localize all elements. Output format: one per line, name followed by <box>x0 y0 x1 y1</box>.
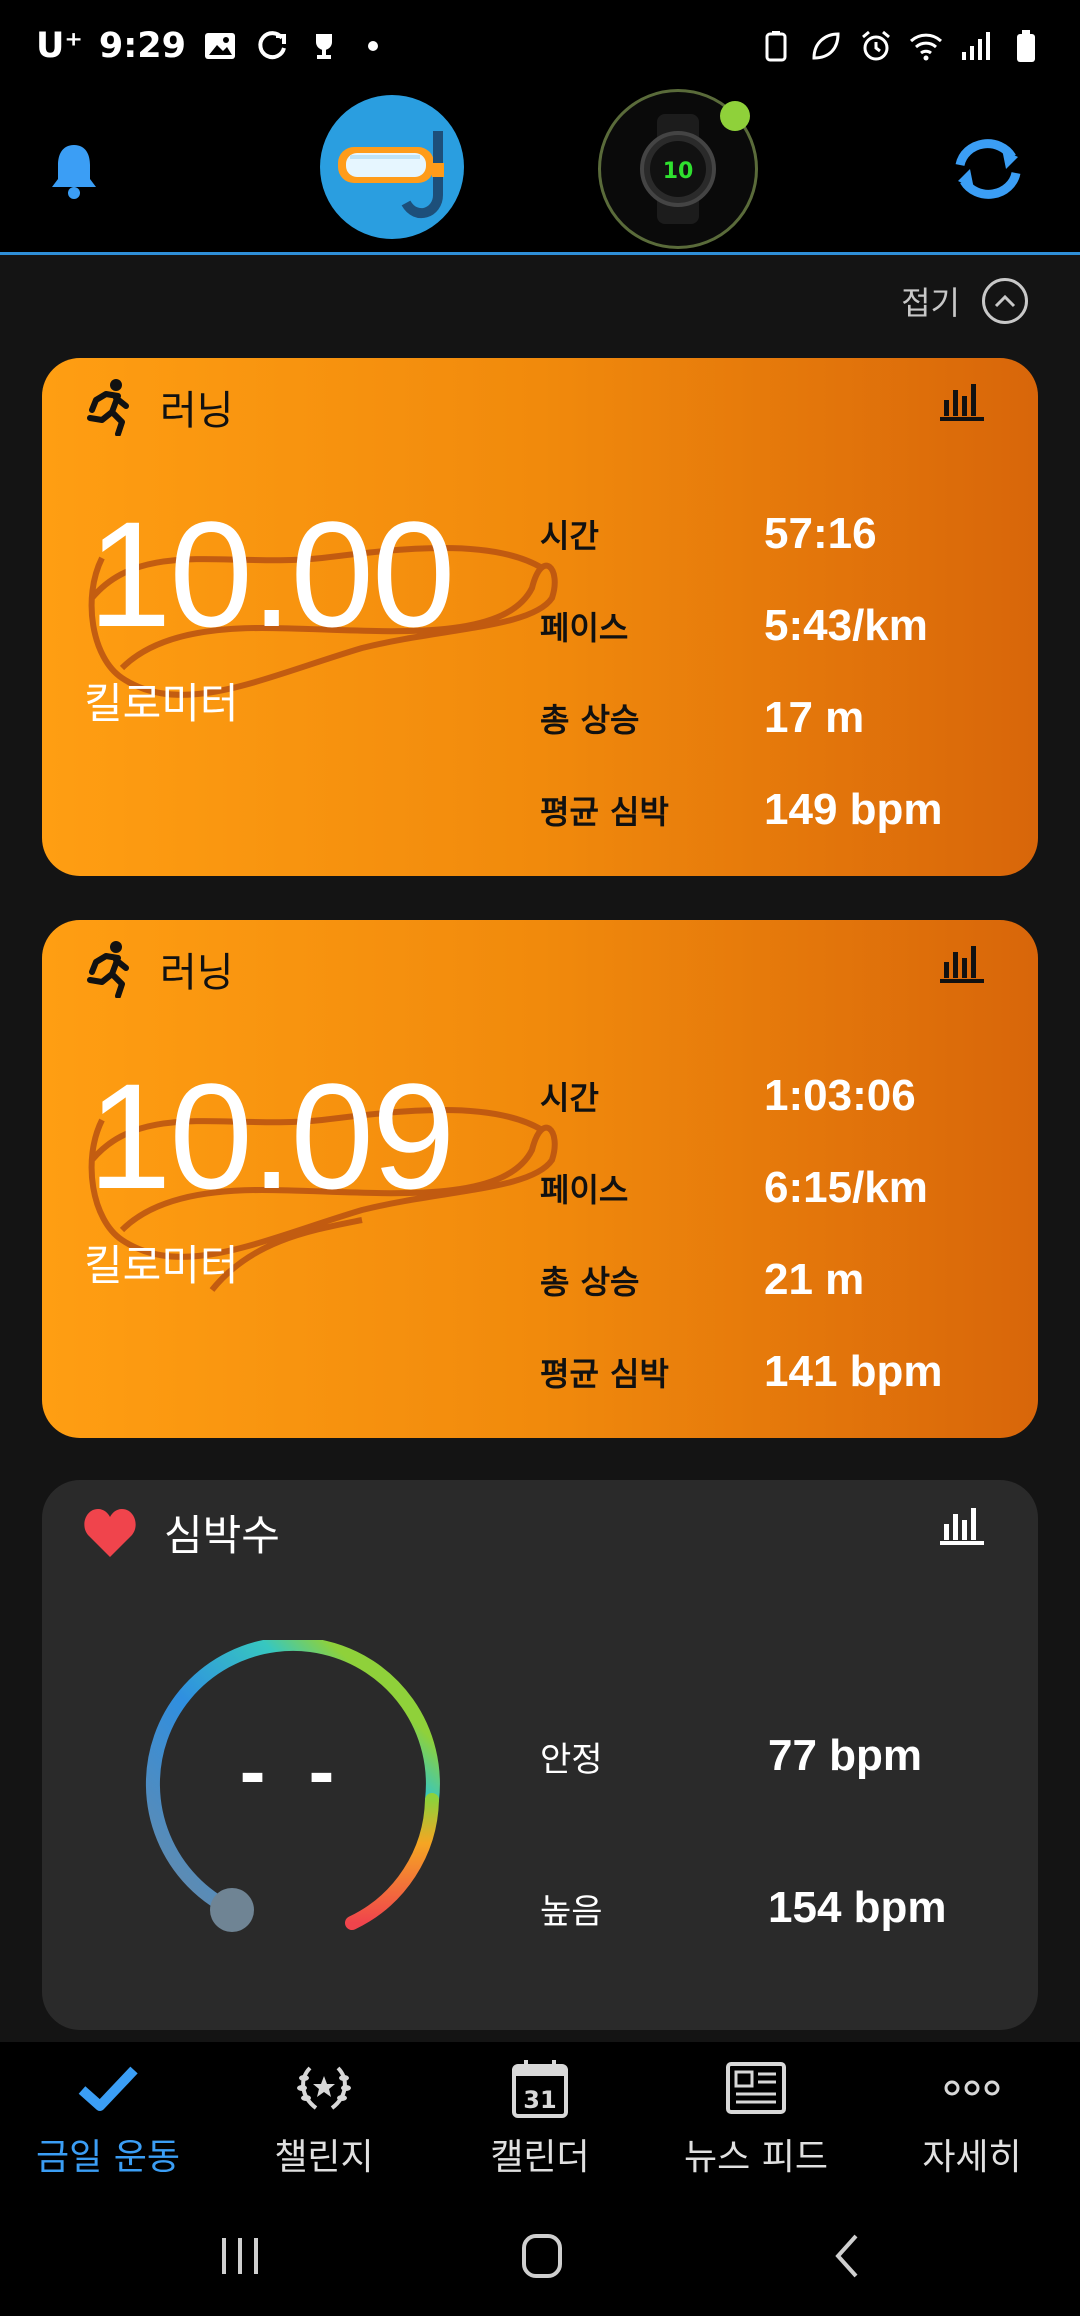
distance-unit: 킬로미터 <box>84 679 239 728</box>
home-icon[interactable] <box>512 2230 572 2282</box>
snorkel-mask-icon <box>338 131 444 219</box>
stat-label: 총 상승 <box>540 701 640 739</box>
heart-rate-stats: 안정 77 bpm 높음 154 bpm <box>540 1680 1000 1984</box>
heart-rate-title: 심박수 <box>164 1511 280 1560</box>
sync-icon[interactable] <box>946 135 1030 203</box>
bar-chart-icon[interactable] <box>938 1502 986 1546</box>
nav-item-newsfeed[interactable]: 뉴스 피드 <box>648 2042 864 2192</box>
stat-label: 높음 <box>540 1891 603 1932</box>
running-icon <box>87 379 129 436</box>
stat-row: 높음 154 bpm <box>540 1832 1000 1984</box>
collapse-label: 접기 <box>901 284 960 322</box>
trophy-icon <box>315 34 332 59</box>
nav-item-calendar[interactable]: 31 캘린더 <box>432 2042 648 2192</box>
stat-label: 시간 <box>540 517 599 555</box>
back-icon[interactable] <box>818 2230 878 2282</box>
stat-row: 평균 심박 149 bpm <box>540 764 1000 856</box>
nav-label: 자세히 <box>922 2137 1022 2178</box>
battery-saver-icon <box>765 31 787 62</box>
stat-row: 시간 1:03:06 <box>540 1050 1000 1142</box>
heart-icon <box>84 1508 136 1557</box>
distance-value: 10.00 <box>88 490 455 658</box>
system-navigation-bar <box>0 2192 1080 2316</box>
status-bar: U⁺ 9:29 <box>0 0 1080 95</box>
chevron-up-icon <box>982 278 1028 324</box>
stat-row: 페이스 6:15/km <box>540 1142 1000 1234</box>
distance-unit: 킬로미터 <box>84 1241 239 1290</box>
collapse-toggle[interactable]: 접기 <box>901 278 1028 324</box>
stat-label: 평균 심박 <box>540 1355 669 1393</box>
stat-value: 149 bpm <box>764 785 943 834</box>
laurel-icon <box>297 2066 351 2110</box>
stat-row: 안정 77 bpm <box>540 1680 1000 1832</box>
stat-label: 총 상승 <box>540 1263 640 1301</box>
heart-rate-card[interactable]: 심박수 - - 안정 77 bpm 높음 154 bpm <box>42 1480 1038 2030</box>
battery-icon <box>1017 30 1035 62</box>
signal-icon <box>962 32 990 60</box>
svg-text:10: 10 <box>663 159 694 184</box>
stat-value: 5:43/km <box>764 601 928 650</box>
activity-stats: 시간 57:16 페이스 5:43/km 총 상승 17 m 평균 심박 149 bpm <box>540 488 1000 856</box>
wifi-icon <box>909 33 943 61</box>
stat-value: 77 bpm <box>768 1731 923 1780</box>
distance-value: 10.09 <box>88 1052 455 1220</box>
svg-text:31: 31 <box>523 2086 556 2114</box>
stat-label: 안정 <box>540 1739 603 1780</box>
nav-label: 캘린더 <box>490 2137 590 2178</box>
stat-row: 총 상승 21 m <box>540 1234 1000 1326</box>
stat-row: 총 상승 17 m <box>540 672 1000 764</box>
nav-item-more[interactable]: 자세히 <box>864 2042 1080 2192</box>
eco-leaf-icon <box>812 32 840 60</box>
nav-label: 뉴스 피드 <box>684 2137 828 2178</box>
check-icon <box>78 2066 138 2111</box>
current-heart-rate: - - <box>239 1738 345 1812</box>
stat-value: 1:03:06 <box>764 1071 916 1120</box>
nav-label: 금일 운동 <box>36 2137 180 2178</box>
stat-value: 21 m <box>764 1255 865 1304</box>
stat-value: 57:16 <box>764 509 877 558</box>
clock: 9:29 <box>98 26 186 66</box>
activity-type: 러닝 <box>160 950 234 996</box>
alarm-icon <box>862 30 890 61</box>
more-icon <box>944 2080 1000 2096</box>
recent-apps-icon[interactable] <box>210 2230 270 2282</box>
activity-card[interactable]: 러닝 10.09 킬로미터 시간 1:03:06 페이스 6:15/km 총 상승 2… <box>42 920 1038 1438</box>
stat-label: 페이스 <box>540 1171 629 1209</box>
nav-label: 챌린지 <box>274 2137 374 2178</box>
stat-row: 시간 57:16 <box>540 488 1000 580</box>
stat-label: 평균 심박 <box>540 793 669 831</box>
app-header: 10 <box>0 89 1080 255</box>
activity-type: 러닝 <box>160 388 234 434</box>
stat-row: 평균 심박 141 bpm <box>540 1326 1000 1418</box>
activity-card[interactable]: 러닝 10.00 킬로미터 시간 57:16 페이스 5:43/km 총 상승 17 … <box>42 358 1038 876</box>
bar-chart-icon[interactable] <box>938 940 986 984</box>
stat-value: 17 m <box>764 693 865 742</box>
device-connected-indicator <box>720 101 750 131</box>
newspaper-icon <box>726 2062 786 2114</box>
sync-status-icon <box>258 31 286 60</box>
stat-label: 페이스 <box>540 609 629 647</box>
nav-item-today[interactable]: 금일 운동 <box>0 2042 216 2192</box>
notification-bell-icon[interactable] <box>48 141 100 201</box>
activity-stats: 시간 1:03:06 페이스 6:15/km 총 상승 21 m 평균 심박 141 b… <box>540 1050 1000 1418</box>
stat-label: 시간 <box>540 1079 599 1117</box>
bottom-navigation: 금일 운동 챌린지 31 캘린더 뉴스 피드 자세히 <box>0 2042 1080 2192</box>
stat-row: 페이스 5:43/km <box>540 580 1000 672</box>
bar-chart-icon[interactable] <box>938 378 986 422</box>
gallery-icon <box>204 33 235 59</box>
stat-value: 154 bpm <box>768 1883 947 1932</box>
stat-value: 6:15/km <box>764 1163 928 1212</box>
notification-dot-icon <box>367 41 378 51</box>
calendar-icon: 31 <box>512 2060 568 2118</box>
stat-value: 141 bpm <box>764 1347 943 1396</box>
running-icon <box>87 941 129 998</box>
nav-item-challenge[interactable]: 챌린지 <box>216 2042 432 2192</box>
profile-avatar[interactable] <box>320 95 464 239</box>
carrier-label: U⁺ <box>36 26 83 66</box>
